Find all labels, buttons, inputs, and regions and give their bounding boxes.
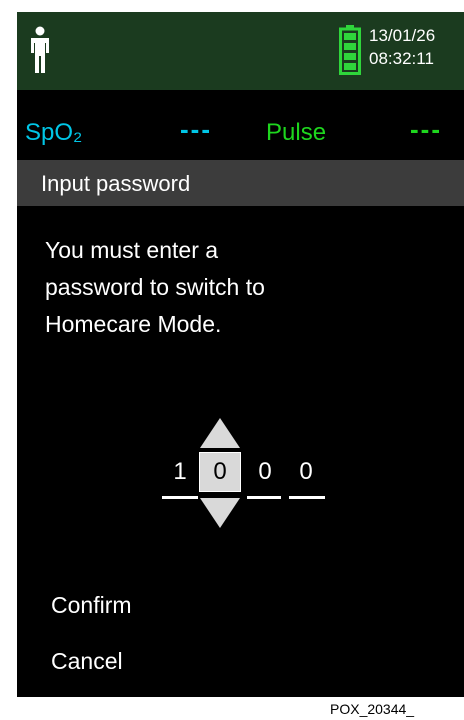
cancel-button[interactable]: Cancel	[51, 646, 123, 676]
device-screen: 13/01/26 08:32:11 SpO₂ --- Pulse --- Inp…	[17, 12, 464, 697]
battery-full-icon	[339, 25, 361, 75]
arrow-up-icon[interactable]	[200, 418, 240, 448]
date-readout: 13/01/26	[369, 26, 436, 45]
person-icon	[31, 26, 49, 73]
digit-3-underline	[247, 496, 281, 499]
password-digit-4[interactable]: 0	[288, 452, 324, 492]
dialog-header: Input password	[17, 160, 464, 206]
time-readout: 08:32:11	[369, 49, 434, 68]
spo2-label: SpO₂	[25, 119, 83, 146]
digit-1-underline	[162, 496, 198, 499]
password-digit-3[interactable]: 0	[247, 452, 283, 492]
status-bar: 13/01/26 08:32:11	[17, 12, 464, 90]
message-line: You must enter a	[45, 237, 219, 263]
arrow-down-icon[interactable]	[200, 498, 240, 528]
confirm-button[interactable]: Confirm	[51, 590, 132, 620]
dialog-title: Input password	[41, 171, 191, 196]
spo2-value: ---	[180, 114, 212, 144]
dialog-message: You must enter a password to switch to H…	[45, 232, 445, 343]
vitals-bar: SpO₂ --- Pulse ---	[17, 90, 464, 160]
password-digit-2-selected[interactable]: 0	[199, 452, 241, 492]
figure-id-label: POX_20344_	[330, 701, 415, 717]
password-digit-1[interactable]: 1	[162, 452, 198, 492]
pulse-label: Pulse	[266, 119, 327, 146]
message-line: password to switch to	[45, 274, 265, 300]
digit-4-underline	[289, 496, 325, 499]
message-line: Homecare Mode.	[45, 311, 222, 337]
pulse-value: ---	[410, 114, 442, 144]
